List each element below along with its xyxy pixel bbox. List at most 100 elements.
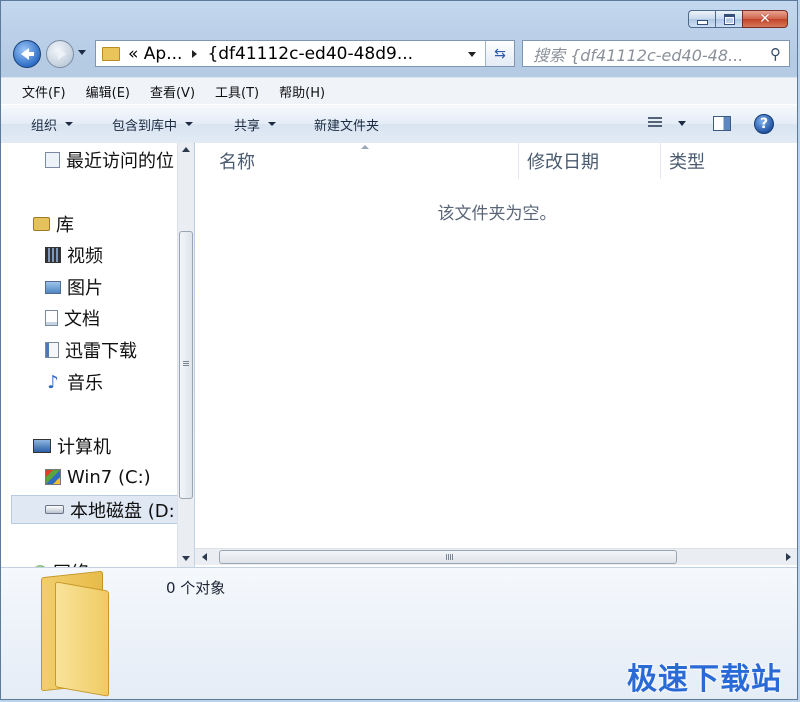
navigation-pane: 最近访问的位 库 视频 图片 文档 迅雷下载 ♪ 音乐 计算机 Win7 (C:…: [1, 143, 177, 567]
scroll-right-icon[interactable]: [786, 553, 791, 561]
sidebar-item-label: 视频: [67, 246, 103, 267]
address-dropdown-icon[interactable]: [468, 52, 476, 57]
column-headers: 名称 修改日期 类型: [195, 143, 797, 179]
sidebar-item-videos[interactable]: 视频: [45, 242, 103, 268]
sidebar-item-label: 本地磁盘 (D:: [70, 500, 175, 522]
breadcrumb-segment[interactable]: « Ap...: [128, 44, 182, 64]
include-in-library-button[interactable]: 包含到库中: [112, 115, 194, 134]
forward-button[interactable]: [46, 40, 74, 68]
refresh-button[interactable]: ⇆: [485, 41, 514, 66]
sidebar-item-thunder-downloads[interactable]: 迅雷下载: [45, 337, 137, 363]
video-icon: [45, 247, 61, 263]
sidebar-item-drive-c[interactable]: Win7 (C:): [45, 464, 151, 490]
chevron-down-icon: [185, 122, 194, 126]
maximize-icon: [723, 13, 735, 25]
music-icon: ♪: [47, 371, 59, 393]
back-arrow-icon: [21, 48, 34, 60]
command-bar: 组织 包含到库中 共享 新建文件夹 ?: [1, 104, 797, 144]
menu-view[interactable]: 查看(V): [150, 82, 195, 101]
recent-places-icon: [45, 152, 60, 168]
scroll-down-icon[interactable]: [182, 556, 190, 561]
details-pane: 0 个对象 极速下载站: [1, 567, 797, 699]
scroll-left-icon[interactable]: [202, 553, 207, 561]
refresh-icon: ⇆: [494, 45, 506, 62]
sidebar-item-label: 迅雷下载: [65, 341, 137, 362]
new-folder-label: 新建文件夹: [314, 118, 380, 134]
sidebar-item-documents[interactable]: 文档: [45, 305, 100, 331]
breadcrumb-separator-icon[interactable]: [192, 49, 198, 58]
sidebar-item-drive-d[interactable]: 本地磁盘 (D:: [11, 495, 177, 524]
computer-icon: [33, 439, 51, 453]
sidebar-item-libraries[interactable]: 库: [33, 211, 74, 237]
windows-drive-icon: [45, 469, 61, 485]
minimize-button[interactable]: [688, 10, 715, 28]
scroll-up-icon[interactable]: [182, 147, 190, 152]
sidebar-item-pictures[interactable]: 图片: [45, 274, 103, 300]
forward-arrow-icon: [58, 48, 66, 60]
help-icon[interactable]: ?: [754, 114, 774, 134]
library-icon: [33, 217, 50, 231]
close-button[interactable]: ✕: [742, 10, 788, 28]
maximize-button[interactable]: [715, 10, 742, 28]
change-view-button[interactable]: [648, 117, 686, 129]
search-icon[interactable]: ⚲: [770, 45, 781, 63]
folder-icon: [102, 46, 120, 61]
share-label: 共享: [234, 118, 261, 134]
scrollbar-thumb[interactable]: [219, 550, 677, 564]
column-header-date-modified[interactable]: 修改日期: [519, 143, 661, 179]
recent-pages-dropdown[interactable]: [78, 50, 86, 55]
empty-folder-message: 该文件夹为空。: [437, 204, 557, 224]
column-header-type[interactable]: 类型: [661, 143, 797, 179]
sidebar-item-label: 网络: [53, 559, 89, 567]
back-button[interactable]: [13, 40, 41, 68]
organize-button[interactable]: 组织: [31, 115, 74, 134]
documents-icon: [45, 310, 58, 326]
share-button[interactable]: 共享: [234, 115, 277, 134]
sidebar-item-network[interactable]: 网络: [33, 559, 89, 567]
preview-pane-icon[interactable]: [713, 116, 731, 131]
close-icon: ✕: [759, 11, 771, 27]
explorer-window: ✕ « Ap... {df41112c-ed40-48d9... ⇆ 搜索 {d…: [0, 0, 798, 700]
minimize-icon: [696, 19, 708, 25]
file-list-pane: 名称 修改日期 类型 该文件夹为空。: [195, 143, 797, 567]
search-placeholder: 搜索 {df41112c-ed40-48...: [533, 45, 744, 65]
menu-file[interactable]: 文件(F): [22, 82, 66, 101]
item-count: 0 个对象: [166, 579, 226, 597]
details-view-icon: [648, 117, 662, 129]
grip-icon: [183, 361, 189, 367]
sidebar-item-label: 最近访问的位: [66, 151, 174, 172]
chevron-down-icon: [268, 122, 277, 126]
include-in-library-label: 包含到库中: [112, 118, 178, 134]
menu-help[interactable]: 帮助(H): [279, 82, 325, 101]
sidebar-item-label: 计算机: [57, 437, 111, 458]
navigation-pane-scrollbar[interactable]: [177, 143, 194, 567]
sidebar-item-computer[interactable]: 计算机: [33, 433, 111, 459]
address-bar[interactable]: « Ap... {df41112c-ed40-48d9... ⇆: [95, 40, 515, 67]
chevron-down-icon: [65, 122, 74, 126]
watermark-logo: 极速下载站: [627, 662, 782, 697]
sidebar-item-music[interactable]: ♪ 音乐: [45, 369, 103, 395]
sidebar-item-label: 图片: [67, 278, 103, 299]
new-folder-button[interactable]: 新建文件夹: [314, 115, 379, 134]
scrollbar-thumb[interactable]: [179, 231, 193, 499]
file-list-scrollbar[interactable]: [195, 548, 797, 565]
sidebar-item-label: 文档: [64, 309, 100, 330]
chevron-down-icon: [678, 120, 686, 126]
organize-label: 组织: [31, 118, 58, 134]
search-input[interactable]: 搜索 {df41112c-ed40-48... ⚲: [522, 40, 790, 67]
sidebar-item-label: Win7 (C:): [67, 466, 151, 488]
window-caption-buttons: ✕: [688, 10, 788, 28]
menu-edit[interactable]: 编辑(E): [86, 82, 130, 101]
sidebar-item-label: 库: [56, 215, 74, 236]
menu-bar: 文件(F) 编辑(E) 查看(V) 工具(T) 帮助(H): [1, 77, 797, 104]
sidebar-item-recent-places[interactable]: 最近访问的位: [45, 147, 174, 173]
pictures-icon: [45, 280, 61, 294]
local-disk-icon: [45, 505, 64, 514]
thunder-download-icon: [45, 342, 59, 358]
menu-tools[interactable]: 工具(T): [215, 82, 259, 101]
sidebar-item-label: 音乐: [67, 373, 103, 394]
large-folder-icon: [41, 570, 113, 697]
column-header-name[interactable]: 名称: [211, 143, 519, 179]
breadcrumb-current[interactable]: {df41112c-ed40-48d9...: [207, 44, 413, 64]
grip-icon: [446, 554, 453, 560]
